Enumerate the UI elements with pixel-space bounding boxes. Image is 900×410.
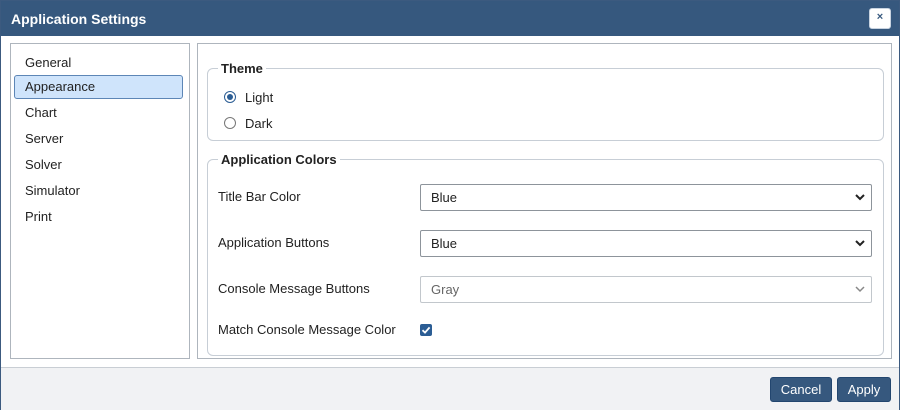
dialog-title: Application Settings — [11, 11, 147, 27]
nav-item-solver[interactable]: Solver — [14, 153, 183, 177]
theme-option-dark[interactable]: Dark — [224, 114, 272, 132]
close-button[interactable]: × — [869, 8, 891, 29]
colors-legend: Application Colors — [221, 152, 337, 167]
application-buttons-value: Blue — [431, 236, 458, 251]
radio-light[interactable] — [224, 91, 236, 103]
apply-button[interactable]: Apply — [837, 377, 891, 402]
title-bar: Application Settings × — [1, 1, 899, 36]
theme-option-light[interactable]: Light — [224, 88, 273, 106]
chevron-down-icon — [855, 194, 865, 201]
console-message-buttons-select[interactable]: Gray — [420, 276, 872, 303]
chevron-down-icon — [855, 286, 865, 293]
theme-group: Theme Light Dark — [207, 61, 884, 141]
match-console-color-label: Match Console Message Color — [218, 322, 396, 337]
chevron-down-icon — [855, 240, 865, 247]
title-bar-color-select[interactable]: Blue — [420, 184, 872, 211]
dialog-footer: Cancel Apply — [1, 367, 899, 410]
cancel-button[interactable]: Cancel — [770, 377, 832, 402]
nav-item-server[interactable]: Server — [14, 127, 183, 151]
settings-panel: Theme Light Dark Application Colors Titl… — [197, 43, 892, 359]
radio-dark-label: Dark — [245, 115, 273, 131]
console-message-buttons-value: Gray — [431, 282, 460, 297]
settings-dialog: Application Settings × General Appearanc… — [0, 0, 900, 410]
title-bar-color-label: Title Bar Color — [218, 189, 301, 204]
close-icon: × — [876, 11, 884, 23]
title-bar-color-value: Blue — [431, 190, 458, 205]
nav-item-general[interactable]: General — [14, 51, 183, 75]
radio-dark[interactable] — [224, 117, 236, 129]
settings-nav: General Appearance Chart Server Solver S… — [10, 43, 190, 359]
application-colors-group: Application Colors Title Bar Color Blue … — [207, 152, 884, 356]
check-icon — [421, 326, 431, 334]
nav-item-print[interactable]: Print — [14, 205, 183, 229]
nav-item-appearance[interactable]: Appearance — [14, 75, 183, 99]
application-buttons-label: Application Buttons — [218, 235, 330, 250]
match-console-color-checkbox[interactable] — [420, 324, 432, 336]
application-buttons-select[interactable]: Blue — [420, 230, 872, 257]
theme-legend: Theme — [221, 61, 263, 76]
radio-light-label: Light — [245, 89, 274, 105]
console-message-buttons-label: Console Message Buttons — [218, 281, 370, 296]
nav-item-simulator[interactable]: Simulator — [14, 179, 183, 203]
nav-item-chart[interactable]: Chart — [14, 101, 183, 125]
